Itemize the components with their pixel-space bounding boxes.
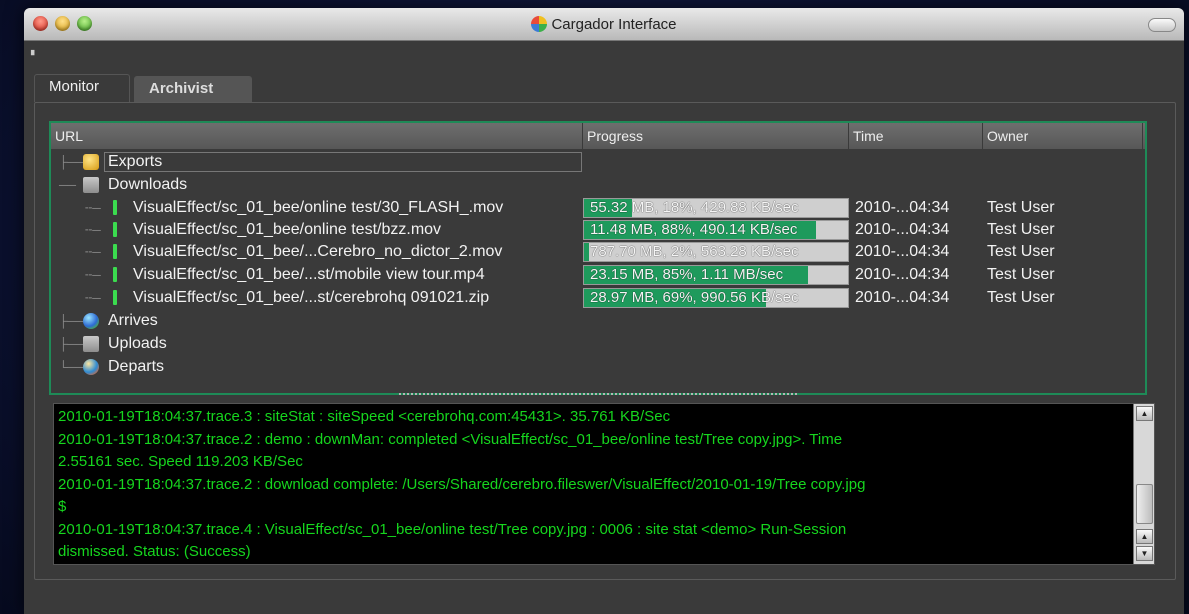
monitor-panel: URL Progress Time Owner ├── Exports ── D… (34, 102, 1176, 580)
status-active-icon (113, 267, 117, 282)
log-lines: 2010-01-19T18:04:37.trace.3 : siteStat :… (58, 406, 1130, 564)
table-row[interactable]: ╌─ VisualEffect/sc_01_bee/...Cerebro_no_… (51, 241, 1145, 263)
app-window: Cargador Interface ▖ Archivist Monitor U… (24, 8, 1184, 614)
tree-node-label: Arrives (108, 312, 158, 329)
tree-connector: ── (59, 178, 77, 192)
column-header-url[interactable]: URL (51, 123, 583, 149)
window-title-text: Cargador Interface (551, 16, 677, 33)
tree-connector: ╌─ (85, 268, 101, 282)
transfer-tree-table[interactable]: URL Progress Time Owner ├── Exports ── D… (49, 121, 1147, 395)
row-time: 2010-...04:34 (855, 243, 950, 260)
row-owner: Test User (987, 199, 1055, 216)
toolbar-toggle-button[interactable] (1148, 18, 1176, 32)
window-title: Cargador Interface (24, 16, 1184, 33)
log-line: 2010-01-19T18:04:37.trace.2 : download c… (58, 475, 866, 493)
cart-icon (83, 177, 99, 193)
row-url: VisualEffect/sc_01_bee/...Cerebro_no_dic… (133, 243, 503, 260)
log-line: 2.55161 sec. Speed 119.203 KB/Sec (58, 453, 303, 470)
tree-connector: ├── (59, 337, 85, 351)
title-bar[interactable]: Cargador Interface (24, 8, 1184, 41)
tree-connector: ╌─ (85, 201, 101, 215)
progress-text: 55.32 MB, 18%, 429.88 KB/sec (590, 199, 799, 216)
progress-text: 787.70 MB, 2%, 563.28 KB/sec (590, 243, 799, 260)
tree-connector: ╌─ (85, 245, 101, 259)
tree-connector: ├── (59, 155, 85, 169)
row-owner: Test User (987, 266, 1055, 283)
status-active-icon (113, 200, 117, 215)
progress-bar: 787.70 MB, 2%, 563.28 KB/sec (583, 242, 849, 262)
globe-icon (83, 313, 99, 329)
tree-connector: └── (59, 360, 85, 374)
table-row[interactable]: ╌─ VisualEffect/sc_01_bee/online test/bz… (51, 219, 1145, 241)
progress-fill (584, 243, 590, 261)
resize-grip-icon: ▖ (31, 45, 38, 55)
log-line: $ (58, 498, 67, 515)
tree-node-arrives[interactable]: ├── Arrives (51, 310, 1145, 332)
tree-node-downloads[interactable]: ── Downloads (51, 174, 1145, 196)
log-line: 2010-01-19T18:04:37.trace.3 : siteStat :… (58, 408, 671, 425)
scrollbar-thumb[interactable] (1136, 484, 1153, 524)
status-active-icon (113, 244, 117, 259)
tree-node-exports[interactable]: ├── Exports (51, 151, 1145, 173)
table-header: URL Progress Time Owner (51, 123, 1145, 149)
progress-bar: 28.97 MB, 69%, 990.56 KB/sec (583, 288, 849, 308)
console-scrollbar[interactable]: ▲ ▲ ▼ (1133, 404, 1154, 564)
row-owner: Test User (987, 243, 1055, 260)
scroll-up-arrow-icon[interactable]: ▲ (1136, 529, 1153, 544)
column-header-progress[interactable]: Progress (583, 123, 849, 149)
tree-node-departs[interactable]: └── Departs (51, 356, 1145, 378)
row-time: 2010-...04:34 (855, 221, 950, 238)
tree-node-label: Exports (108, 153, 163, 170)
tab-archivist[interactable]: Archivist (134, 76, 252, 102)
package-icon (83, 154, 99, 170)
row-owner: Test User (987, 221, 1055, 238)
tree-node-label: Departs (108, 358, 165, 375)
selection-outline (104, 152, 582, 172)
tree-connector: ╌─ (85, 223, 101, 237)
scroll-down-arrow-icon[interactable]: ▼ (1136, 546, 1153, 561)
progress-text: 28.97 MB, 69%, 990.56 KB/sec (590, 289, 799, 306)
log-line: dismissed. Status: (Success) (58, 543, 251, 560)
tree-connector: ├── (59, 314, 85, 328)
table-row[interactable]: ╌─ VisualEffect/sc_01_bee/...st/mobile v… (51, 264, 1145, 286)
status-active-icon (113, 222, 117, 237)
column-header-time[interactable]: Time (849, 123, 983, 149)
split-pane-divider[interactable] (399, 393, 799, 395)
row-url: VisualEffect/sc_01_bee/online test/bzz.m… (133, 221, 442, 238)
cart-icon (83, 336, 99, 352)
tree-connector: ╌─ (85, 291, 101, 305)
tree-node-label: Uploads (108, 335, 167, 352)
row-url: VisualEffect/sc_01_bee/...st/mobile view… (133, 266, 485, 283)
scroll-up-arrow-icon[interactable]: ▲ (1136, 406, 1153, 421)
tree-node-uploads[interactable]: ├── Uploads (51, 333, 1145, 355)
row-time: 2010-...04:34 (855, 266, 950, 283)
row-time: 2010-...04:34 (855, 199, 950, 216)
globe-icon (83, 359, 99, 375)
tree-node-label: Downloads (108, 176, 188, 193)
app-icon (531, 16, 548, 32)
log-console[interactable]: 2010-01-19T18:04:37.trace.3 : siteStat :… (53, 403, 1155, 565)
table-row[interactable]: ╌─ VisualEffect/sc_01_bee/online test/30… (51, 197, 1145, 219)
progress-text: 11.48 MB, 88%, 490.14 KB/sec (590, 221, 798, 238)
tab-monitor[interactable]: Monitor (34, 74, 130, 102)
progress-bar: 55.32 MB, 18%, 429.88 KB/sec (583, 198, 849, 218)
row-time: 2010-...04:34 (855, 289, 950, 306)
row-url: VisualEffect/sc_01_bee/...st/cerebrohq 0… (133, 289, 490, 306)
progress-bar: 23.15 MB, 85%, 1.11 MB/sec (583, 265, 849, 285)
row-owner: Test User (987, 289, 1055, 306)
status-active-icon (113, 290, 117, 305)
table-row[interactable]: ╌─ VisualEffect/sc_01_bee/...st/cerebroh… (51, 287, 1145, 309)
column-header-owner[interactable]: Owner (983, 123, 1143, 149)
row-url: VisualEffect/sc_01_bee/online test/30_FL… (133, 199, 504, 216)
progress-bar: 11.48 MB, 88%, 490.14 KB/sec (583, 220, 849, 240)
log-line: 2010-01-19T18:04:37.trace.4 : VisualEffe… (58, 520, 847, 538)
progress-text: 23.15 MB, 85%, 1.11 MB/sec (590, 266, 784, 283)
log-line: 2010-01-19T18:04:37.trace.2 : demo : dow… (58, 430, 843, 448)
